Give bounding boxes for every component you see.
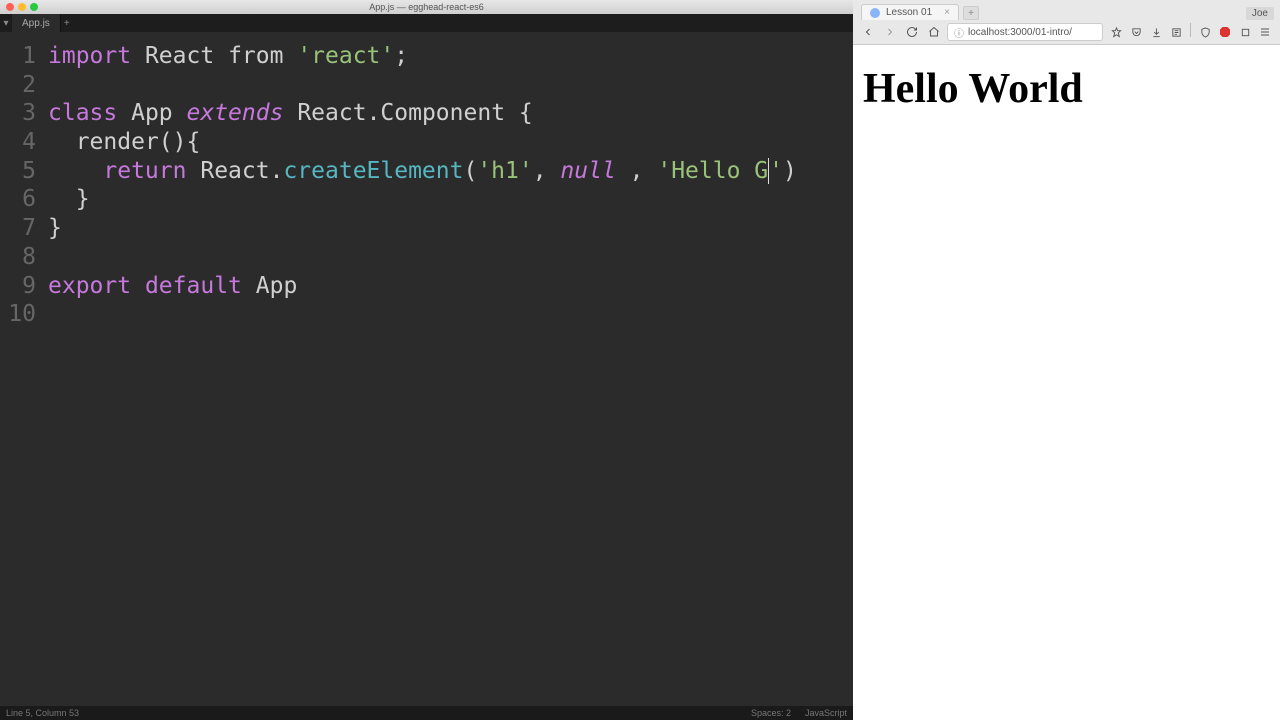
code-line[interactable] <box>48 300 797 329</box>
back-icon[interactable] <box>859 23 877 41</box>
editor-tab-bar: ▾ App.js + <box>0 14 853 32</box>
line-number: 9 <box>0 272 36 301</box>
code-line[interactable]: return React.createElement('h1', null , … <box>48 157 797 186</box>
code-line[interactable]: } <box>48 214 797 243</box>
code-editor[interactable]: 12345678910 import React from 'react'; c… <box>0 32 853 706</box>
tabs-dropdown-icon[interactable]: ▾ <box>0 14 12 32</box>
toolbar-separator <box>1190 23 1191 37</box>
status-language[interactable]: JavaScript <box>805 708 847 718</box>
code-line[interactable] <box>48 243 797 272</box>
code-line[interactable]: class App extends React.Component { <box>48 99 797 128</box>
editor-tab-appjs[interactable]: App.js <box>12 14 61 32</box>
new-tab-icon[interactable]: + <box>61 14 73 32</box>
window-title: App.js — egghead-react-es6 <box>0 2 853 12</box>
adblock-icon[interactable] <box>1216 23 1234 41</box>
browser-tab-title: Lesson 01 <box>886 7 932 18</box>
line-number: 8 <box>0 243 36 272</box>
editor-tab-label: App.js <box>22 18 50 29</box>
pocket-icon[interactable] <box>1127 23 1145 41</box>
mac-titlebar: App.js — egghead-react-es6 <box>0 0 853 14</box>
address-bar[interactable]: ⓘ localhost:3000/01-intro/ <box>947 23 1103 41</box>
browser-chrome: Lesson 01 × + Joe <box>853 0 1280 45</box>
shield-icon[interactable] <box>1196 23 1214 41</box>
status-indent[interactable]: Spaces: 2 <box>751 708 791 718</box>
editor-statusbar: Line 5, Column 53 Spaces: 2 JavaScript <box>0 706 853 720</box>
line-number-gutter: 12345678910 <box>0 32 44 706</box>
code-line[interactable]: } <box>48 185 797 214</box>
line-number: 5 <box>0 157 36 186</box>
line-number: 3 <box>0 99 36 128</box>
reader-icon[interactable] <box>1167 23 1185 41</box>
code-line[interactable]: import React from 'react'; <box>48 42 797 71</box>
downloads-icon[interactable] <box>1147 23 1165 41</box>
browser-tab-strip: Lesson 01 × + Joe <box>853 0 1280 20</box>
url-text: localhost:3000/01-intro/ <box>968 27 1096 38</box>
browser-toolbar: ⓘ localhost:3000/01-intro/ <box>853 20 1280 44</box>
line-number: 2 <box>0 71 36 100</box>
line-number: 4 <box>0 128 36 157</box>
close-tab-icon[interactable]: × <box>944 7 950 18</box>
forward-icon[interactable] <box>881 23 899 41</box>
editor-window: App.js — egghead-react-es6 ▾ App.js + 12… <box>0 0 853 720</box>
extension-icon[interactable] <box>1236 23 1254 41</box>
code-line[interactable]: export default App <box>48 272 797 301</box>
code-line[interactable] <box>48 71 797 100</box>
reload-icon[interactable] <box>903 23 921 41</box>
site-info-icon[interactable]: ⓘ <box>954 25 964 40</box>
code-line[interactable]: render(){ <box>48 128 797 157</box>
menu-icon[interactable] <box>1256 23 1274 41</box>
page-viewport[interactable]: Hello World <box>853 45 1280 720</box>
page-heading: Hello World <box>863 65 1270 113</box>
line-number: 7 <box>0 214 36 243</box>
favicon-icon <box>870 8 880 18</box>
profile-badge[interactable]: Joe <box>1246 7 1274 20</box>
code-content[interactable]: import React from 'react'; class App ext… <box>44 32 797 706</box>
bookmark-icon[interactable] <box>1107 23 1125 41</box>
browser-tab-lesson01[interactable]: Lesson 01 × <box>861 4 959 20</box>
status-cursor-pos: Line 5, Column 53 <box>6 708 79 718</box>
new-browser-tab-icon[interactable]: + <box>963 6 979 20</box>
line-number: 1 <box>0 42 36 71</box>
line-number: 10 <box>0 300 36 329</box>
home-icon[interactable] <box>925 23 943 41</box>
toolbar-right-group <box>1107 23 1274 41</box>
line-number: 6 <box>0 185 36 214</box>
browser-window: Lesson 01 × + Joe <box>853 0 1280 720</box>
